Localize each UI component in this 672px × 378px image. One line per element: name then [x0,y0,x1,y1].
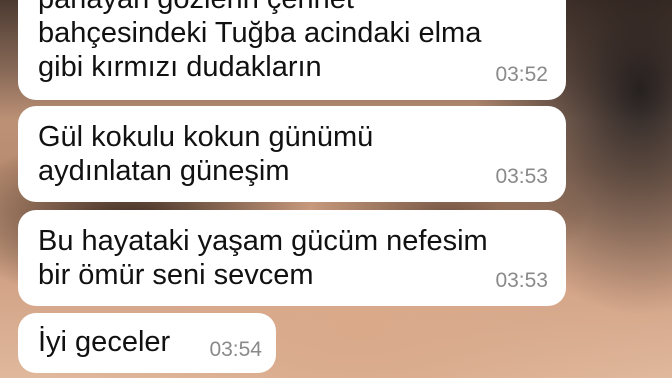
message-bubble[interactable]: Gül kokulu kokun günümü aydınlatan güneş… [18,106,566,202]
message-time: 03:53 [495,269,548,292]
message-bubble[interactable]: İyi geceler 03:54 [18,313,276,373]
message-text: Gül kokulu kokun günümü aydınlatan güneş… [38,121,374,187]
message-time: 03:53 [495,165,548,188]
message-time: 03:54 [209,338,262,361]
message-bubble[interactable]: Bu hayataki yaşam gücüm nefesim bir ömür… [18,210,566,306]
message-text: Bu hayataki yaşam gücüm nefesim bir ömür… [38,225,488,291]
message-bubble[interactable]: parlayan gözlerin çennet bahçesindeki Tu… [18,0,566,100]
message-list[interactable]: parlayan gözlerin çennet bahçesindeki Tu… [0,0,672,378]
message-text: parlayan gözlerin çennet bahçesindeki Tu… [38,0,482,83]
message-time: 03:52 [495,63,548,86]
